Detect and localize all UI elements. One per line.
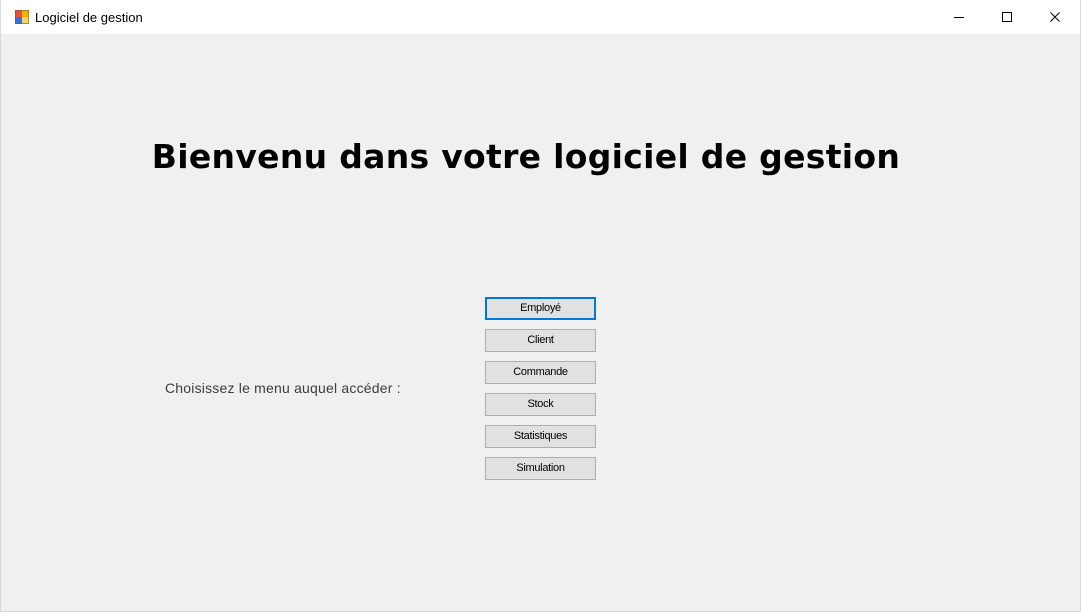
maximize-button[interactable] <box>984 0 1030 34</box>
window-title: Logiciel de gestion <box>35 10 143 25</box>
maximize-icon <box>1002 12 1012 22</box>
client-button[interactable]: Client <box>485 329 596 352</box>
statistiques-button[interactable]: Statistiques <box>485 425 596 448</box>
winforms-app-icon <box>15 10 29 24</box>
close-button[interactable] <box>1032 0 1078 34</box>
menu-prompt-label: Choisissez le menu auquel accéder : <box>165 380 401 396</box>
simulation-button[interactable]: Simulation <box>485 457 596 480</box>
close-icon <box>1050 12 1060 22</box>
minimize-button[interactable] <box>936 0 982 34</box>
minimize-icon <box>954 17 964 18</box>
stock-button[interactable]: Stock <box>485 393 596 416</box>
title-bar[interactable]: Logiciel de gestion <box>1 0 1080 34</box>
employe-button[interactable]: Employé <box>485 297 596 320</box>
form-client-area: Bienvenu dans votre logiciel de gestion … <box>1 34 1080 611</box>
welcome-heading: Bienvenu dans votre logiciel de gestion <box>151 137 901 176</box>
app-window: Logiciel de gestion Bienvenu dans votre … <box>0 0 1081 612</box>
commande-button[interactable]: Commande <box>485 361 596 384</box>
menu-button-list: Employé Client Commande Stock Statistiqu… <box>485 297 596 489</box>
